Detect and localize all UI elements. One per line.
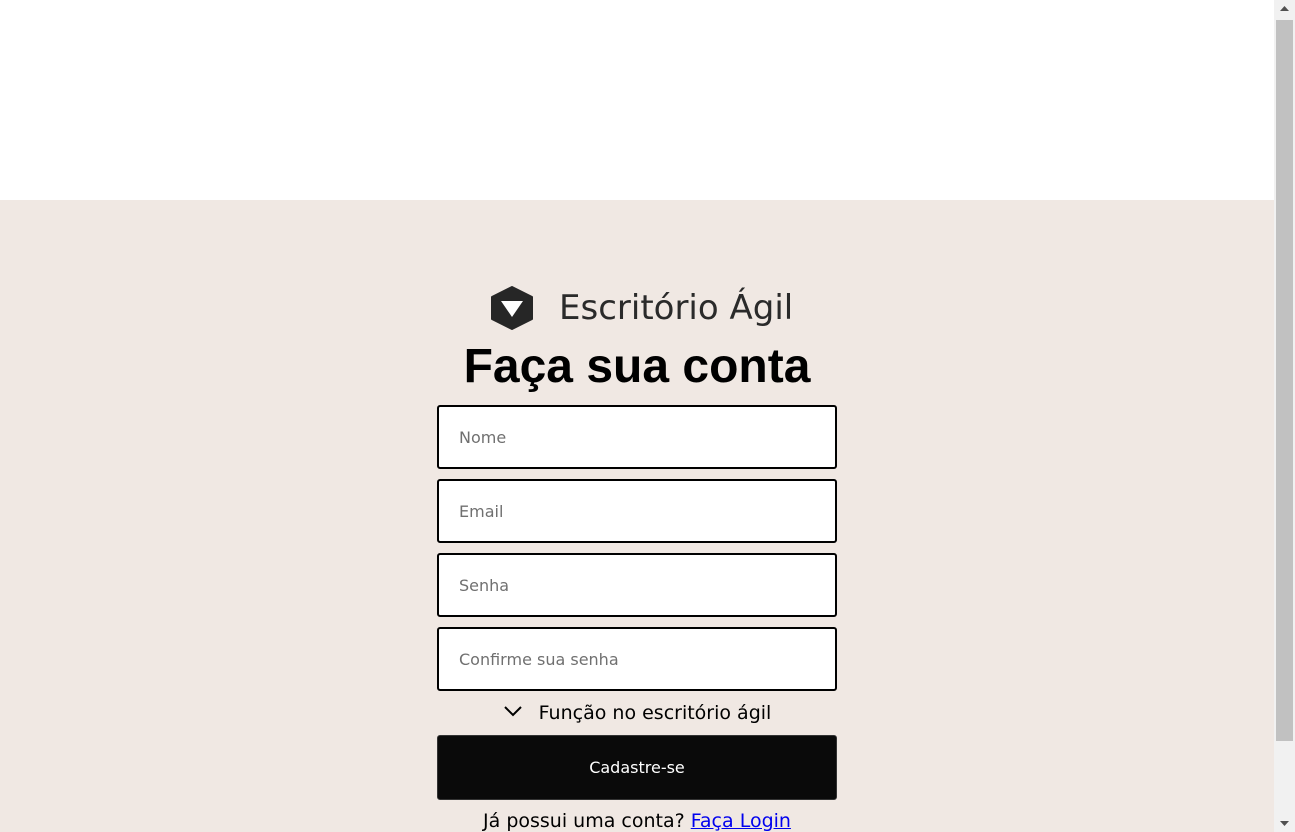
brand-name: Escritório Ágil: [559, 288, 794, 328]
login-link[interactable]: Faça Login: [691, 810, 791, 832]
header-blank-area: [0, 0, 1274, 200]
scroll-down-arrow-icon[interactable]: [1274, 815, 1295, 832]
scrollbar-thumb[interactable]: [1276, 20, 1293, 741]
chevron-down-icon: [503, 704, 523, 722]
page-title: Faça sua conta: [463, 340, 811, 393]
signup-button[interactable]: Cadastre-se: [437, 735, 837, 800]
name-field[interactable]: [437, 405, 837, 469]
shield-chevron-icon: [489, 286, 535, 330]
email-field[interactable]: [437, 479, 837, 543]
login-prompt-row: Já possui uma conta? Faça Login: [437, 810, 837, 832]
brand-logo: Escritório Ágil: [489, 286, 793, 330]
role-select[interactable]: Função no escritório ágil: [437, 698, 837, 728]
page-viewport: Escritório Ágil Faça sua conta Função no…: [0, 0, 1274, 832]
confirm-password-field[interactable]: [437, 627, 837, 691]
login-prompt-text: Já possui uma conta?: [483, 810, 685, 832]
role-select-label: Função no escritório ágil: [538, 702, 772, 724]
vertical-scrollbar[interactable]: [1274, 0, 1295, 832]
password-field[interactable]: [437, 553, 837, 617]
scroll-up-arrow-icon[interactable]: [1274, 0, 1295, 17]
